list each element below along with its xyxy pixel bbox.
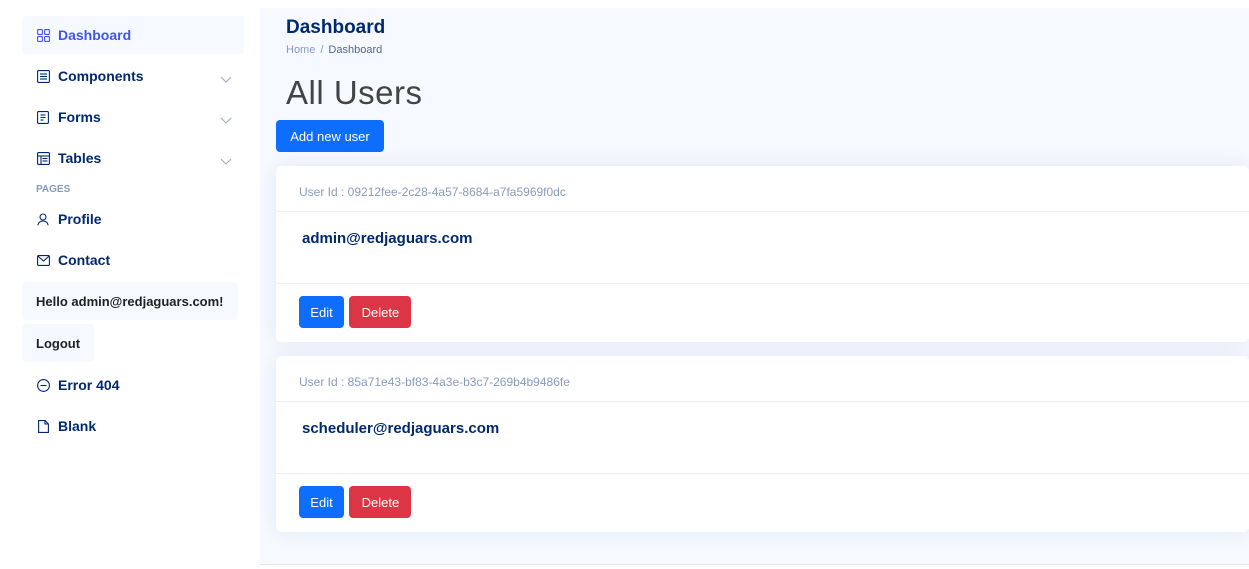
section-heading: All Users bbox=[286, 74, 423, 111]
user-card-actions: Edit Delete bbox=[276, 474, 1249, 532]
main-bottom-border bbox=[260, 564, 1249, 565]
user-card-actions: Edit Delete bbox=[276, 284, 1249, 342]
breadcrumb: Home / Dashboard bbox=[286, 44, 382, 56]
sidebar-item-label: Dashboard bbox=[58, 27, 132, 43]
user-email: admin@redjaguars.com bbox=[276, 212, 1249, 284]
envelope-icon bbox=[36, 253, 50, 267]
sidebar-item-label: Contact bbox=[58, 252, 111, 268]
add-new-user-button[interactable]: Add new user bbox=[276, 120, 384, 152]
breadcrumb-current: Dashboard bbox=[328, 44, 383, 56]
sidebar-item-label: Blank bbox=[58, 418, 97, 434]
delete-button[interactable]: Delete bbox=[349, 296, 412, 328]
sidebar-item-dashboard[interactable]: Dashboard bbox=[22, 16, 244, 54]
logout-button[interactable]: Logout bbox=[22, 324, 95, 362]
user-card: User Id : 09212fee-2c28-4a57-8684-a7fa59… bbox=[276, 166, 1249, 342]
sidebar-item-error-404[interactable]: Error 404 bbox=[22, 366, 244, 404]
main-content: Dashboard Home / Dashboard All Users Add n… bbox=[260, 8, 1249, 564]
sidebar-item-components[interactable]: Components bbox=[22, 57, 244, 95]
journal-text-icon bbox=[36, 110, 50, 124]
user-greeting: Hello admin@redjaguars.com! bbox=[22, 282, 238, 320]
user-id: User Id : 85a71e43-bf83-4a3e-b3c7-269b4b… bbox=[276, 356, 1249, 402]
sidebar-item-label: Tables bbox=[58, 150, 102, 166]
sidebar-item-label: Profile bbox=[58, 211, 102, 227]
user-email: scheduler@redjaguars.com bbox=[276, 402, 1249, 474]
user-card: User Id : 85a71e43-bf83-4a3e-b3c7-269b4b… bbox=[276, 356, 1249, 532]
chevron-down-icon bbox=[220, 153, 232, 165]
grid-icon bbox=[36, 28, 50, 42]
sidebar-item-contact[interactable]: Contact bbox=[22, 241, 244, 279]
sidebar-item-blank[interactable]: Blank bbox=[22, 407, 244, 445]
layout-text-icon bbox=[36, 151, 50, 165]
sidebar-item-label: Components bbox=[58, 68, 144, 84]
sidebar-item-label: Forms bbox=[58, 109, 101, 125]
sidebar-item-profile[interactable]: Profile bbox=[22, 200, 244, 238]
menu-button-icon bbox=[36, 69, 50, 83]
sidebar-item-tables[interactable]: Tables bbox=[22, 139, 244, 177]
chevron-down-icon bbox=[220, 71, 232, 83]
sidebar: Dashboard Components Forms Tables Pages bbox=[0, 0, 260, 569]
user-id: User Id : 09212fee-2c28-4a57-8684-a7fa59… bbox=[276, 166, 1249, 212]
sidebar-heading-pages: Pages bbox=[36, 184, 71, 195]
chevron-down-icon bbox=[220, 112, 232, 124]
sidebar-item-forms[interactable]: Forms bbox=[22, 98, 244, 136]
dash-circle-icon bbox=[36, 378, 50, 392]
breadcrumb-home[interactable]: Home bbox=[286, 44, 315, 56]
sidebar-item-label: Error 404 bbox=[58, 377, 120, 393]
page-title: Dashboard bbox=[286, 17, 386, 38]
breadcrumb-separator: / bbox=[320, 44, 324, 56]
delete-button[interactable]: Delete bbox=[349, 486, 412, 518]
file-icon bbox=[36, 419, 50, 433]
person-icon bbox=[36, 212, 50, 226]
edit-button[interactable]: Edit bbox=[299, 296, 344, 328]
edit-button[interactable]: Edit bbox=[299, 486, 344, 518]
